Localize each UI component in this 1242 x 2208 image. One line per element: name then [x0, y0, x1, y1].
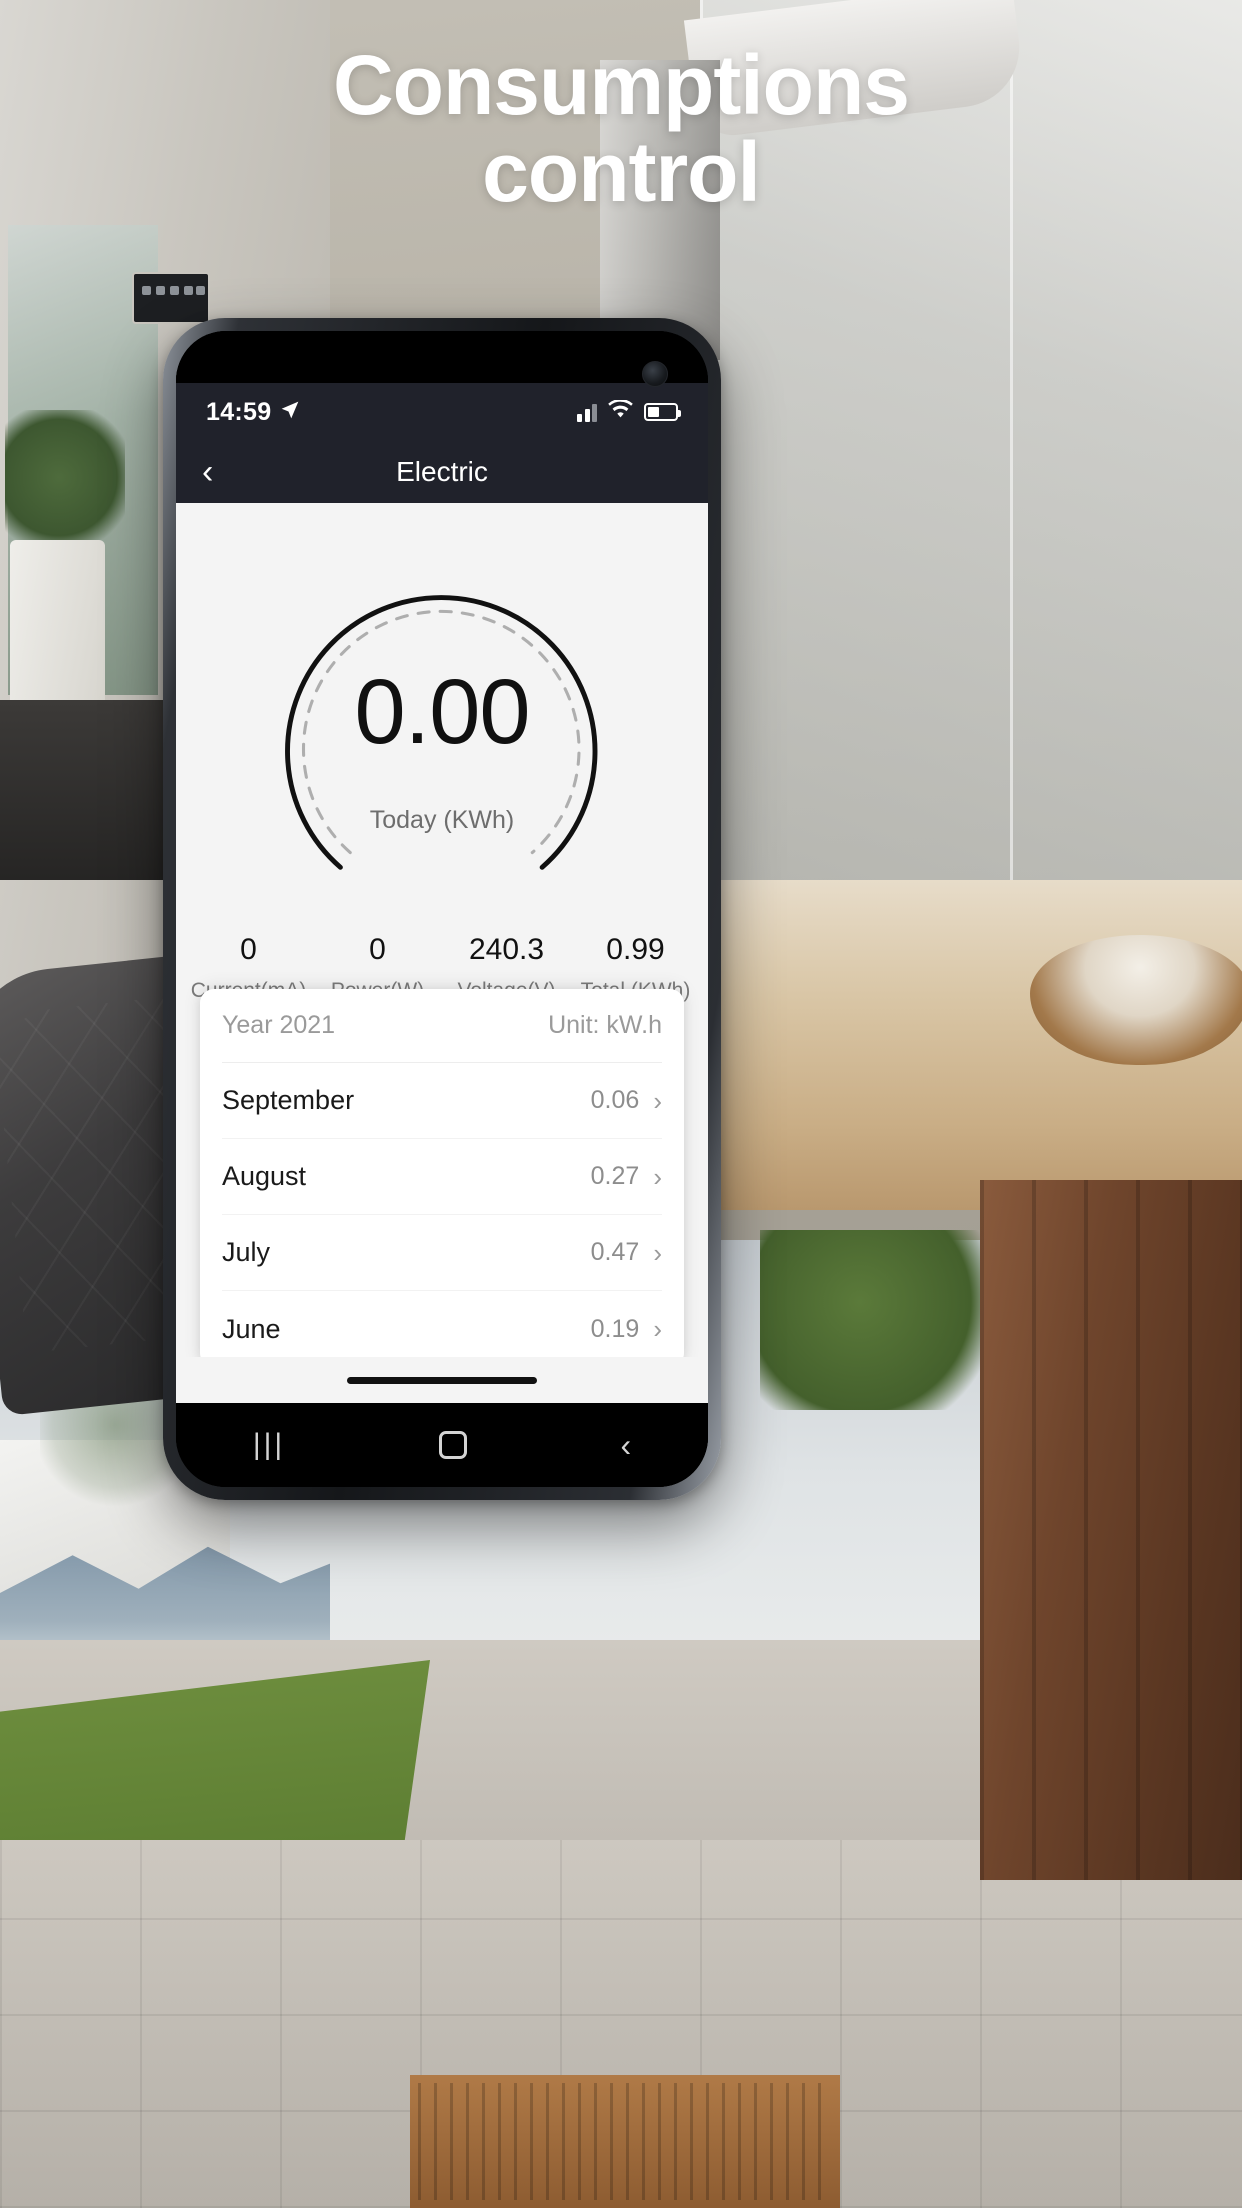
history-year-label: Year 2021 — [222, 1011, 336, 1039]
phone-screen: 14:59 ‹ Electric 0.00 Today (KWh) 0 0 24… — [176, 331, 708, 1487]
gauge-value: 0.00 — [354, 661, 530, 763]
page-title: Electric — [396, 456, 488, 487]
metric-value: 0 — [369, 933, 386, 966]
battery-icon — [644, 403, 681, 421]
month-value: 0.06 — [590, 1086, 640, 1114]
bg-door-mat — [410, 2075, 840, 2208]
app-header: ‹ Electric — [176, 441, 708, 503]
metric-value: 240.3 — [468, 933, 545, 966]
month-label: August — [222, 1161, 307, 1191]
chevron-right-icon[interactable]: › — [653, 1240, 662, 1266]
cellular-signal-icon — [577, 403, 597, 422]
list-item[interactable]: June 0.19 › — [222, 1291, 662, 1357]
front-camera-icon — [642, 361, 668, 387]
monthly-history-card: Year 2021 Unit: kW.h September 0.06 › Au… — [200, 989, 684, 1357]
android-navigation-bar: ||| ‹ — [176, 1403, 708, 1487]
bg-wooden-fence — [980, 1180, 1242, 1880]
promo-headline: Consumptions control — [0, 38, 1242, 220]
phone-device: 14:59 ‹ Electric 0.00 Today (KWh) 0 0 24… — [163, 318, 721, 1500]
home-square-icon[interactable] — [438, 1431, 467, 1459]
row-right: 0.47 › — [591, 1238, 662, 1267]
month-value: 0.19 — [590, 1314, 640, 1343]
bg-wall-control-panel — [132, 272, 210, 324]
location-arrow-icon — [280, 400, 300, 425]
metric-value: 0.99 — [606, 933, 665, 966]
recents-button[interactable]: ||| — [253, 1428, 285, 1462]
list-item[interactable]: July 0.47 › — [222, 1215, 662, 1291]
phone-screen-bezel: 14:59 ‹ Electric 0.00 Today (KWh) 0 0 24… — [176, 331, 708, 1487]
metric-value: 0 — [240, 933, 257, 966]
month-label: September — [222, 1085, 355, 1115]
month-value: 0.47 — [590, 1238, 640, 1266]
month-label: July — [222, 1237, 271, 1267]
promo-headline-line2: control — [482, 125, 761, 220]
list-item[interactable]: August 0.27 › — [222, 1139, 662, 1215]
screen-top-area — [176, 331, 708, 387]
status-bar-right — [577, 399, 681, 424]
history-unit-label: Unit: kW.h — [548, 1011, 662, 1039]
back-chevron-icon[interactable]: ‹ — [620, 1429, 631, 1461]
row-right: 0.19 › — [591, 1315, 662, 1344]
bg-plant — [5, 410, 125, 560]
month-value: 0.27 — [590, 1162, 640, 1190]
row-right: 0.27 › — [591, 1162, 662, 1191]
home-indicator-area — [176, 1357, 708, 1403]
consumption-gauge: 0.00 Today (KWh) — [242, 518, 642, 918]
status-time: 14:59 — [206, 397, 272, 426]
promo-headline-line1: Consumptions — [333, 38, 910, 132]
row-right: 0.06 › — [591, 1086, 662, 1115]
chevron-right-icon[interactable]: › — [653, 1164, 662, 1190]
gauge-label: Today (KWh) — [369, 806, 515, 834]
chevron-right-icon[interactable]: › — [653, 1316, 662, 1342]
gauge-section: 0.00 Today (KWh) — [176, 503, 708, 933]
chevron-right-icon[interactable]: › — [653, 1088, 662, 1114]
app-content: 0.00 Today (KWh) 0 Current(mA) 0 Power(W… — [176, 503, 708, 1357]
status-bar-left: 14:59 — [206, 398, 300, 427]
list-item[interactable]: September 0.06 › — [222, 1063, 662, 1139]
home-indicator[interactable] — [347, 1376, 537, 1384]
status-bar: 14:59 — [176, 383, 708, 441]
history-card-header: Year 2021 Unit: kW.h — [222, 989, 662, 1063]
bg-hedge — [760, 1230, 1010, 1410]
wifi-icon — [608, 399, 633, 424]
month-label: June — [222, 1313, 281, 1344]
